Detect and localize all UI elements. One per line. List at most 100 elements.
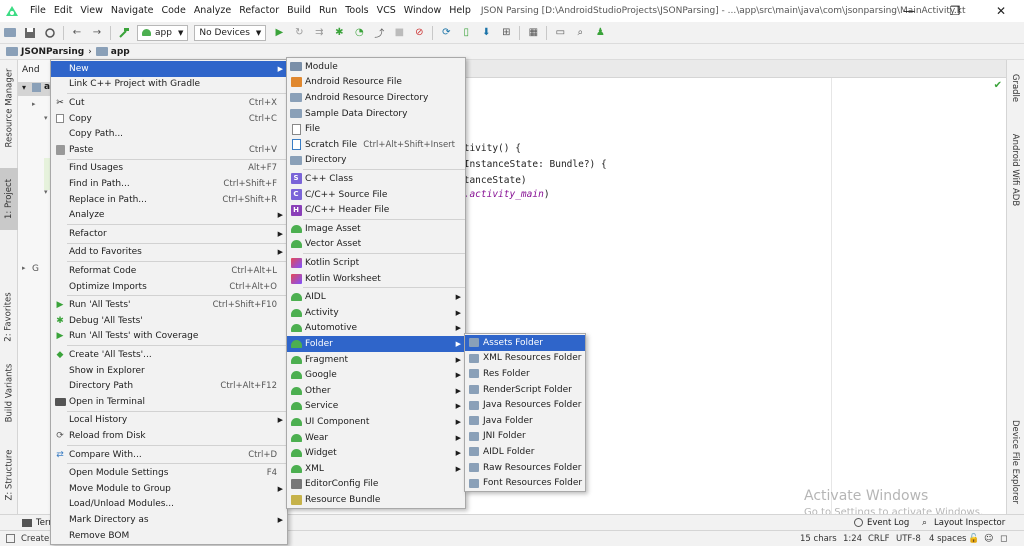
new-menu-item-android-resource-directory[interactable]: Android Resource Directory bbox=[287, 90, 465, 106]
context-menu-item-mark-directory-as[interactable]: Mark Directory as ▶ bbox=[51, 512, 287, 528]
close-button[interactable]: ✕ bbox=[978, 0, 1024, 22]
status-position[interactable]: 1:24 bbox=[843, 534, 862, 544]
hammer-build-icon[interactable] bbox=[116, 25, 132, 41]
context-menu-item-reformat-code[interactable]: Reformat Code Ctrl+Alt+L bbox=[51, 263, 287, 279]
context-menu-item-remove-bom[interactable]: Remove BOM bbox=[51, 528, 287, 544]
folder-menu-item-renderscript-folder[interactable]: RenderScript Folder bbox=[465, 382, 585, 398]
new-menu-item-kotlin-script[interactable]: Kotlin Script bbox=[287, 255, 465, 271]
menu-tools[interactable]: Tools bbox=[341, 0, 372, 22]
folder-menu-item-xml-resources-folder[interactable]: XML Resources Folder bbox=[465, 351, 585, 367]
terminal-icon[interactable]: ▭ bbox=[552, 25, 568, 41]
folder-menu-item-java-folder[interactable]: Java Folder bbox=[465, 413, 585, 429]
profile-icon[interactable]: ◔ bbox=[351, 25, 367, 41]
tab-wifi-adb[interactable]: Android Wifi ADB bbox=[1006, 128, 1024, 212]
context-menu-item-replace-in-path[interactable]: Replace in Path... Ctrl+Shift+R bbox=[51, 192, 287, 208]
context-menu-item-cut[interactable]: ✂ Cut Ctrl+X bbox=[51, 95, 287, 111]
run-config-select[interactable]: app ▼ bbox=[137, 24, 189, 41]
menu-navigate[interactable]: Navigate bbox=[107, 0, 158, 22]
menu-help[interactable]: Help bbox=[445, 0, 475, 22]
tree-arrow-icon[interactable]: ▸ bbox=[32, 100, 36, 108]
new-menu-item-directory[interactable]: Directory bbox=[287, 153, 465, 169]
new-menu-item-activity[interactable]: Activity ▶ bbox=[287, 305, 465, 321]
context-menu-item-open-in-terminal[interactable]: Open in Terminal bbox=[51, 394, 287, 410]
run-icon[interactable]: ▶ bbox=[271, 25, 287, 41]
new-menu-item-resource-bundle[interactable]: Resource Bundle bbox=[287, 492, 465, 508]
context-menu-item-optimize-imports[interactable]: Optimize Imports Ctrl+Alt+O bbox=[51, 279, 287, 295]
tab-layout-inspector[interactable]: Layout Inspector bbox=[934, 518, 1005, 528]
context-menu-item-run-all-tests-with-coverage[interactable]: ▶ Run 'All Tests' with Coverage bbox=[51, 329, 287, 345]
context-menu-item-find-in-path[interactable]: Find in Path... Ctrl+Shift+F bbox=[51, 176, 287, 192]
menu-vcs[interactable]: VCS bbox=[373, 0, 400, 22]
tree-arrow-icon[interactable]: ▾ bbox=[44, 114, 48, 122]
user-icon[interactable]: ♟ bbox=[592, 25, 608, 41]
tab-event-log[interactable]: Event Log bbox=[867, 518, 909, 528]
new-menu-item-xml[interactable]: XML ▶ bbox=[287, 461, 465, 477]
new-menu-item-vector-asset[interactable]: Vector Asset bbox=[287, 237, 465, 253]
context-menu-item-debug-all-tests[interactable]: ✱ Debug 'All Tests' bbox=[51, 313, 287, 329]
context-menu-item-paste[interactable]: Paste Ctrl+V bbox=[51, 142, 287, 158]
tab-device-file-explorer[interactable]: Device File Explorer bbox=[1006, 416, 1024, 508]
folder-menu-item-java-resources-folder[interactable]: Java Resources Folder bbox=[465, 397, 585, 413]
menu-view[interactable]: View bbox=[76, 0, 107, 22]
new-menu-item-c-c-header-file[interactable]: H C/C++ Header File bbox=[287, 202, 465, 218]
context-menu-item-run-all-tests[interactable]: ▶ Run 'All Tests' Ctrl+Shift+F10 bbox=[51, 297, 287, 313]
menu-build[interactable]: Build bbox=[283, 0, 315, 22]
notification-icon[interactable]: ◻ bbox=[1000, 534, 1007, 544]
stop-icon[interactable]: ■ bbox=[391, 25, 407, 41]
new-menu-item-kotlin-worksheet[interactable]: Kotlin Worksheet bbox=[287, 271, 465, 287]
debug-icon[interactable]: ✱ bbox=[331, 25, 347, 41]
folder-menu-item-font-resources-folder[interactable]: Font Resources Folder bbox=[465, 475, 585, 491]
project-root-row[interactable]: ▾ a bbox=[18, 82, 52, 96]
new-menu-item-image-asset[interactable]: Image Asset bbox=[287, 221, 465, 237]
new-menu-item-editorconfig-file[interactable]: EditorConfig File bbox=[287, 477, 465, 493]
tab-favorites[interactable]: 2: Favorites bbox=[0, 286, 18, 348]
avd-manager-icon[interactable]: ▯ bbox=[458, 25, 474, 41]
status-line-separator[interactable]: CRLF bbox=[868, 534, 889, 544]
new-menu-item-service[interactable]: Service ▶ bbox=[287, 399, 465, 415]
context-menu-item-show-in-explorer[interactable]: Show in Explorer bbox=[51, 363, 287, 379]
new-menu-item-wear[interactable]: Wear ▶ bbox=[287, 430, 465, 446]
lock-icon[interactable]: 🔓 bbox=[968, 534, 979, 544]
forward-arrow-icon[interactable]: → bbox=[89, 25, 105, 41]
menu-file[interactable]: File bbox=[26, 0, 50, 22]
tree-arrow-icon[interactable]: ▸ bbox=[22, 264, 26, 272]
apply-changes-icon[interactable]: ↻ bbox=[291, 25, 307, 41]
new-menu-item-aidl[interactable]: AIDL ▶ bbox=[287, 289, 465, 305]
context-menu-item-add-to-favorites[interactable]: Add to Favorites ▶ bbox=[51, 245, 287, 261]
minimize-button[interactable]: — bbox=[886, 0, 932, 22]
folder-menu-item-jni-folder[interactable]: JNI Folder bbox=[465, 429, 585, 445]
back-arrow-icon[interactable]: ← bbox=[69, 25, 85, 41]
tab-project[interactable]: 1: Project bbox=[0, 168, 18, 230]
tab-gradle[interactable]: Gradle bbox=[1006, 66, 1024, 110]
tree-arrow-icon[interactable]: ▾ bbox=[44, 188, 48, 196]
context-menu-item-create-all-tests[interactable]: ◆ Create 'All Tests'... bbox=[51, 347, 287, 363]
context-menu-item-copy[interactable]: Copy Ctrl+C bbox=[51, 111, 287, 127]
new-menu-item-module[interactable]: Module bbox=[287, 59, 465, 75]
save-icon[interactable] bbox=[22, 25, 38, 41]
menu-code[interactable]: Code bbox=[157, 0, 189, 22]
new-menu-item-widget[interactable]: Widget ▶ bbox=[287, 445, 465, 461]
new-menu-item-c-c-source-file[interactable]: C C/C++ Source File bbox=[287, 187, 465, 203]
new-menu-item-android-resource-file[interactable]: Android Resource File bbox=[287, 75, 465, 91]
context-menu-item-refactor[interactable]: Refactor ▶ bbox=[51, 226, 287, 242]
status-encoding[interactable]: UTF-8 bbox=[896, 534, 921, 544]
new-menu-item-other[interactable]: Other ▶ bbox=[287, 383, 465, 399]
open-folder-icon[interactable] bbox=[2, 25, 18, 41]
tab-structure[interactable]: Z: Structure bbox=[0, 444, 18, 506]
menu-window[interactable]: Window bbox=[400, 0, 445, 22]
device-select[interactable]: No Devices ▼ bbox=[194, 24, 267, 41]
layout-inspector-icon[interactable]: ⊞ bbox=[498, 25, 514, 41]
new-menu-item-scratch-file[interactable]: Scratch File Ctrl+Alt+Shift+Insert bbox=[287, 137, 465, 153]
search-icon[interactable]: ⌕ bbox=[572, 25, 588, 41]
new-menu-item-c-class[interactable]: S C++ Class bbox=[287, 171, 465, 187]
new-menu-item-google[interactable]: Google ▶ bbox=[287, 367, 465, 383]
context-menu-item-compare-with[interactable]: ⇄ Compare With... Ctrl+D bbox=[51, 447, 287, 463]
context-menu-item-reload-from-disk[interactable]: ⟳ Reload from Disk bbox=[51, 428, 287, 444]
context-menu-item-load-unload-modules[interactable]: Load/Unload Modules... bbox=[51, 497, 287, 513]
status-indent[interactable]: 4 spaces bbox=[929, 534, 966, 544]
attach-debugger-icon[interactable]: ⤴ bbox=[371, 25, 387, 41]
new-menu-item-sample-data-directory[interactable]: Sample Data Directory bbox=[287, 106, 465, 122]
tab-build-variants[interactable]: Build Variants bbox=[0, 360, 18, 426]
breadcrumb-project[interactable]: JSONParsing bbox=[21, 47, 84, 57]
apply-code-changes-icon[interactable]: ⇉ bbox=[311, 25, 327, 41]
